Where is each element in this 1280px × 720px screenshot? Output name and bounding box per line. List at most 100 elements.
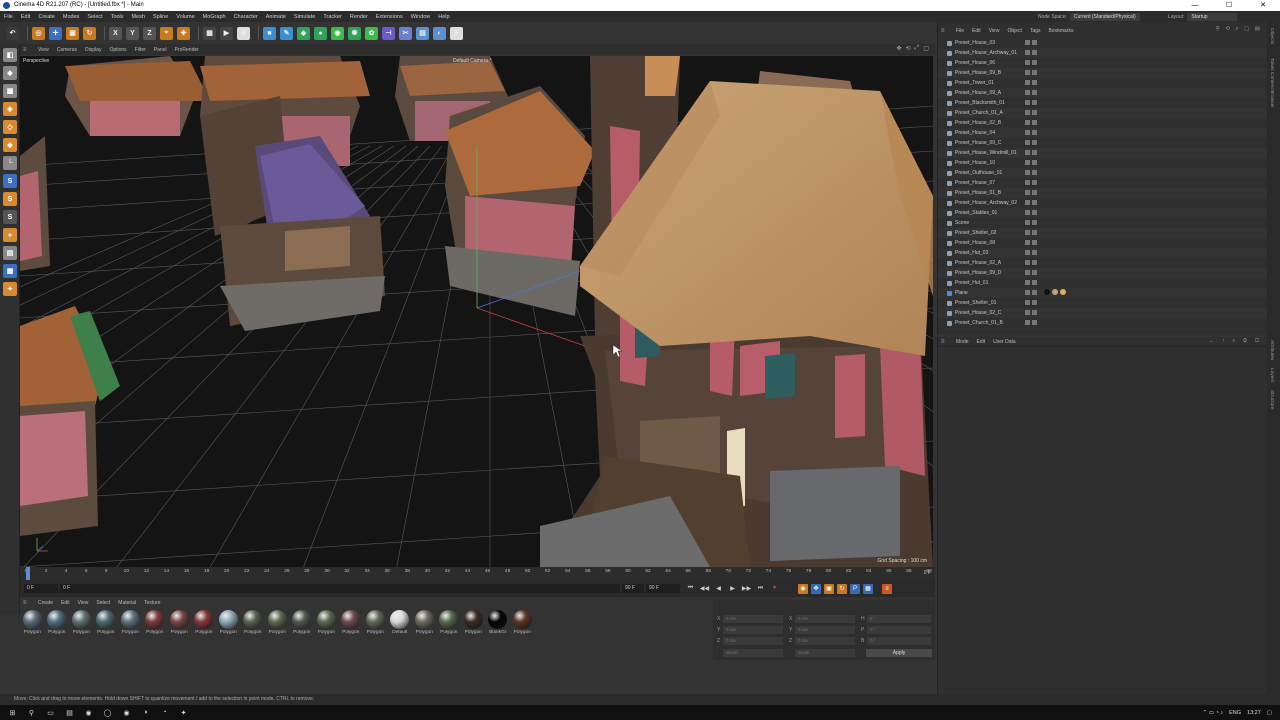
field-icon[interactable]: ✺ — [348, 26, 361, 40]
object-visibility-flags[interactable] — [1025, 40, 1037, 45]
menu-animate[interactable]: Animate — [262, 14, 290, 20]
solo-icon[interactable]: S — [3, 174, 17, 188]
edges-mode-icon[interactable]: ◇ — [3, 120, 17, 134]
layout-dropdown[interactable]: Startup — [1187, 12, 1238, 21]
object-row[interactable]: Preset_Church_01_B — [938, 318, 1268, 328]
move-icon[interactable]: ✛ — [49, 26, 62, 40]
object-visibility-flags[interactable] — [1025, 80, 1037, 85]
texture-mode-icon[interactable]: ▩ — [3, 84, 17, 98]
tab-content-browser[interactable]: Content Browser — [1269, 72, 1274, 108]
model-mode-icon[interactable]: ◆ — [3, 66, 17, 80]
start-icon[interactable]: ⊞ — [6, 707, 19, 718]
menu-simulate[interactable]: Simulate — [290, 14, 319, 20]
layer-flag-icon[interactable] — [1025, 100, 1030, 105]
visibility-dot-icon[interactable] — [1032, 120, 1037, 125]
axis-mode-icon[interactable]: └ — [3, 156, 17, 170]
tab-structure[interactable]: Structure — [1269, 390, 1274, 409]
points-mode-icon[interactable]: ◈ — [3, 102, 17, 116]
object-row[interactable]: Preset_House_09_B — [938, 68, 1268, 78]
object-visibility-flags[interactable] — [1025, 270, 1037, 275]
visibility-dot-icon[interactable] — [1032, 70, 1037, 75]
cube-icon[interactable]: ■ — [263, 26, 276, 40]
object-menu-bookmarks[interactable]: Bookmarks — [1044, 28, 1077, 34]
object-row[interactable]: Preset_House_03 — [938, 38, 1268, 48]
object-visibility-flags[interactable] — [1025, 280, 1037, 285]
layer-flag-icon[interactable] — [1025, 80, 1030, 85]
material-swatch[interactable]: Default — [388, 610, 413, 642]
layer-flag-icon[interactable] — [1025, 160, 1030, 165]
menu-create[interactable]: Create — [34, 14, 59, 20]
material-swatch[interactable]: Polygon — [45, 610, 70, 642]
attribute-menu-edit[interactable]: Edit — [973, 339, 990, 345]
layer-flag-icon[interactable] — [1025, 240, 1030, 245]
object-row[interactable]: Preset_Church_01_A — [938, 108, 1268, 118]
layer-flag-icon[interactable] — [1025, 220, 1030, 225]
notifications-icon[interactable]: ▢ — [1267, 710, 1272, 716]
object-visibility-flags[interactable] — [1025, 150, 1037, 155]
rot-p-field[interactable]: 0 ° — [867, 626, 931, 634]
material-swatch[interactable]: Polygon — [437, 610, 462, 642]
visibility-dot-icon[interactable] — [1032, 220, 1037, 225]
material-swatch[interactable]: Polygon — [20, 610, 45, 642]
layer-flag-icon[interactable] — [1025, 250, 1030, 255]
menu-mograph[interactable]: MoGraph — [199, 14, 230, 20]
object-row[interactable]: Preset_House_09_D — [938, 268, 1268, 278]
object-row[interactable]: Plane — [938, 288, 1268, 298]
make-editable-icon[interactable]: ◧ — [3, 48, 17, 62]
scene-icon[interactable]: ✿ — [365, 26, 378, 40]
visibility-dot-icon[interactable] — [1032, 310, 1037, 315]
object-visibility-flags[interactable] — [1025, 300, 1037, 305]
key-pla-icon[interactable]: ▦ — [863, 583, 873, 594]
material-menu-material[interactable]: Material — [114, 600, 140, 606]
object-row[interactable]: Scene — [938, 218, 1268, 228]
viewport-menu-options[interactable]: Options — [105, 47, 130, 53]
polygons-mode-icon[interactable]: ◆ — [3, 138, 17, 152]
material-swatch[interactable]: Polygon — [69, 610, 94, 642]
object-visibility-flags[interactable] — [1025, 130, 1037, 135]
visibility-dot-icon[interactable] — [1032, 160, 1037, 165]
app3-icon[interactable]: ✦ — [177, 707, 190, 718]
pos-y-field[interactable]: 0 cm — [723, 626, 783, 634]
material-menu-select[interactable]: Select — [92, 600, 114, 606]
menu-select[interactable]: Select — [83, 14, 106, 20]
maximize-button[interactable]: ☐ — [1212, 0, 1246, 11]
close-button[interactable]: ✕ — [1246, 0, 1280, 11]
viewport-menu-view[interactable]: View — [34, 47, 53, 53]
render-region-icon[interactable]: ▦ — [203, 26, 216, 40]
maximize-view-icon[interactable]: ▢ — [923, 45, 929, 52]
material-swatch[interactable]: Polygon — [94, 610, 119, 642]
object-visibility-flags[interactable] — [1025, 200, 1037, 205]
visibility-dot-icon[interactable] — [1032, 260, 1037, 265]
size-mode-dropdown[interactable]: Scale — [795, 649, 855, 657]
visibility-dot-icon[interactable] — [1032, 180, 1037, 185]
visibility-dot-icon[interactable] — [1032, 140, 1037, 145]
gear-icon[interactable]: ✦ — [3, 282, 17, 296]
visibility-dot-icon[interactable] — [1032, 40, 1037, 45]
layer-flag-icon[interactable] — [1025, 290, 1030, 295]
visibility-dot-icon[interactable] — [1032, 60, 1037, 65]
object-visibility-flags[interactable] — [1025, 230, 1037, 235]
go-start-icon[interactable]: ⏮ — [686, 584, 695, 593]
object-visibility-flags[interactable] — [1025, 60, 1037, 65]
object-visibility-flags[interactable] — [1025, 320, 1037, 325]
coord-system-icon[interactable]: ⌖ — [160, 26, 173, 40]
key-scale-icon[interactable]: ▣ — [824, 583, 834, 594]
object-menu-object[interactable]: Object — [1003, 28, 1025, 34]
prev-frame-icon[interactable]: ◀ — [714, 584, 723, 593]
layer-flag-icon[interactable] — [1025, 150, 1030, 155]
minimize-button[interactable]: — — [1178, 0, 1212, 11]
visibility-dot-icon[interactable] — [1032, 250, 1037, 255]
object-visibility-flags[interactable] — [1025, 160, 1037, 165]
object-menu-view[interactable]: View — [985, 28, 1004, 34]
grid-icon[interactable]: ▤ — [3, 246, 17, 260]
visibility-dot-icon[interactable] — [1032, 240, 1037, 245]
object-row[interactable]: Preset_Hut_01 — [938, 278, 1268, 288]
snap-icon[interactable]: S — [3, 192, 17, 206]
layer-flag-icon[interactable] — [1025, 110, 1030, 115]
layer-flag-icon[interactable] — [1025, 270, 1030, 275]
chrome-icon[interactable]: ◉ — [82, 707, 95, 718]
render-settings-icon[interactable]: ⚙ — [237, 26, 250, 40]
material-tag-icon[interactable] — [1044, 289, 1050, 295]
object-visibility-flags[interactable] — [1025, 290, 1037, 295]
object-row[interactable]: Preset_House_04 — [938, 128, 1268, 138]
